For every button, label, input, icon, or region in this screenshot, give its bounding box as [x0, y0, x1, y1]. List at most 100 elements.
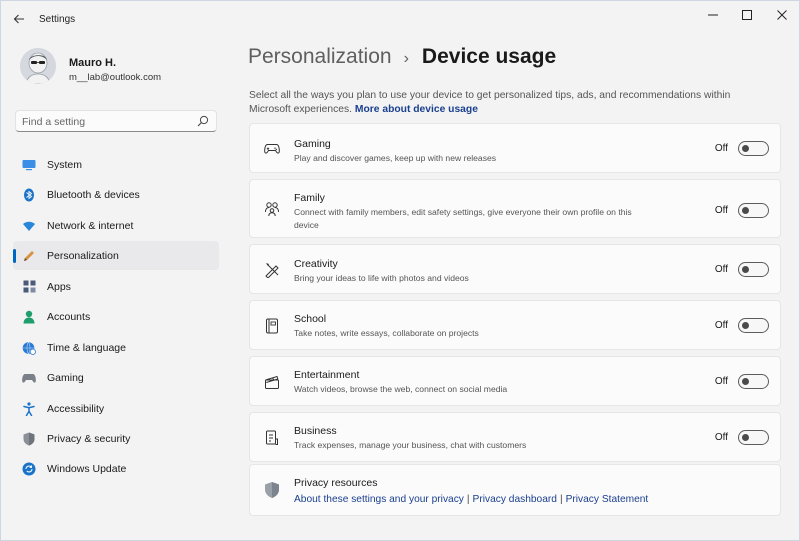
maximize-button[interactable]: [732, 7, 762, 23]
shield-icon: [22, 432, 36, 446]
breadcrumb-parent[interactable]: Personalization: [248, 45, 392, 69]
usage-card-business[interactable]: Business Track expenses, manage your bus…: [249, 412, 781, 462]
globe-clock-icon: [22, 341, 36, 355]
usage-description: Take notes, write essays, collaborate on…: [294, 328, 479, 338]
search-input[interactable]: [22, 114, 192, 129]
sidebar-item-time-language[interactable]: Time & language: [13, 333, 219, 362]
sidebar-item-personalization[interactable]: Personalization: [13, 241, 219, 271]
sidebar-item-windows-update[interactable]: Windows Update: [13, 454, 219, 483]
minimize-button[interactable]: [698, 7, 728, 23]
link-separator: |: [559, 494, 563, 505]
sidebar-item-label: Time & language: [47, 341, 126, 354]
usage-title: Business: [294, 425, 337, 437]
avatar[interactable]: [20, 48, 56, 84]
toggle-state-label: Off: [714, 320, 728, 331]
privacy-statement-link[interactable]: Privacy Statement: [566, 494, 649, 505]
maximize-icon: [742, 10, 752, 20]
user-avatar-icon: [20, 48, 56, 84]
back-arrow-icon: [13, 14, 24, 24]
apps-icon: [22, 280, 36, 294]
privacy-links: About these settings and your privacy | Pr…: [294, 494, 648, 505]
usage-title: School: [294, 313, 327, 325]
intro-text: Select all the ways you plan to use your…: [249, 89, 759, 116]
pencil-icon: [22, 249, 36, 263]
back-button[interactable]: [7, 9, 31, 29]
app-title: Settings: [39, 14, 76, 25]
usage-title: Family: [294, 192, 325, 204]
title-bar: Settings: [1, 1, 799, 37]
toggle-state-label: Off: [714, 432, 728, 443]
bluetooth-icon: [22, 188, 36, 202]
minimize-icon: [708, 14, 718, 16]
toggle-state-label: Off: [714, 264, 728, 275]
usage-card-creativity[interactable]: Creativity Bring your ideas to life with…: [249, 244, 781, 294]
sidebar-item-bluetooth[interactable]: Bluetooth & devices: [13, 180, 219, 209]
sidebar-item-system[interactable]: System: [13, 150, 219, 179]
wifi-icon: [22, 219, 36, 233]
sidebar-item-privacy-security[interactable]: Privacy & security: [13, 424, 219, 453]
entertainment-toggle[interactable]: [738, 374, 769, 389]
breadcrumb-separator: ›: [403, 50, 409, 67]
gamepad-icon: [22, 371, 36, 385]
toggle-knob: [742, 322, 749, 329]
user-name: Mauro H.: [69, 57, 117, 69]
sidebar-item-accessibility[interactable]: Accessibility: [13, 394, 219, 423]
user-email: m__lab@outlook.com: [69, 72, 162, 83]
search-icon[interactable]: [197, 115, 209, 127]
toggle-state-label: Off: [714, 376, 728, 387]
shield-icon: [263, 481, 281, 499]
usage-card-gaming[interactable]: Gaming Play and discover games, keep up …: [249, 123, 781, 173]
more-about-device-usage-link[interactable]: More about device usage: [355, 104, 478, 115]
sidebar-item-label: Privacy & security: [47, 432, 131, 445]
breadcrumb: Personalization › Device usage: [248, 45, 556, 75]
usage-card-school[interactable]: School Take notes, write essays, collabo…: [249, 300, 781, 350]
toggle-knob: [742, 434, 749, 441]
sidebar-item-label: Bluetooth & devices: [47, 189, 140, 202]
usage-description: Bring your ideas to life with photos and…: [294, 273, 469, 283]
sidebar-item-label: Accessibility: [47, 402, 105, 415]
sidebar-item-label: Accounts: [47, 311, 91, 324]
creativity-icon: [263, 261, 281, 279]
sidebar-item-label: System: [47, 159, 83, 171]
close-button[interactable]: [767, 7, 797, 23]
system-icon: [22, 158, 36, 172]
school-toggle[interactable]: [738, 318, 769, 333]
usage-card-family[interactable]: Family Connect with family members, edit…: [249, 179, 781, 238]
gamepad-icon: [263, 140, 281, 158]
sidebar-item-apps[interactable]: Apps: [13, 272, 219, 301]
accessibility-icon: [22, 401, 36, 416]
page-title: Device usage: [421, 45, 557, 68]
toggle-knob: [742, 378, 749, 385]
sidebar-item-accounts[interactable]: Accounts: [13, 302, 219, 331]
search-box[interactable]: [15, 110, 217, 132]
usage-title: Entertainment: [294, 369, 360, 381]
close-icon: [777, 10, 787, 20]
usage-title: Gaming: [294, 138, 331, 150]
intro-description: Select all the ways you plan to use your…: [249, 90, 731, 115]
business-icon: [263, 429, 281, 447]
usage-description: Watch videos, browse the web, connect on…: [294, 384, 508, 394]
about-privacy-link[interactable]: About these settings and your privacy: [294, 494, 464, 505]
gaming-toggle[interactable]: [738, 141, 769, 156]
sidebar-item-label: Windows Update: [47, 463, 127, 476]
person-icon: [22, 310, 36, 324]
toggle-state-label: Off: [714, 205, 728, 216]
usage-description: Play and discover games, keep up with ne…: [294, 153, 497, 163]
sidebar-item-network[interactable]: Network & internet: [13, 211, 219, 240]
family-icon: [263, 200, 281, 218]
usage-description: Track expenses, manage your business, ch…: [294, 440, 527, 450]
sidebar-item-gaming[interactable]: Gaming: [13, 363, 219, 392]
business-toggle[interactable]: [738, 430, 769, 445]
clapperboard-icon: [263, 373, 281, 391]
usage-description: Connect with family members, edit safety…: [294, 207, 632, 230]
family-toggle[interactable]: [738, 203, 769, 218]
privacy-resources-title: Privacy resources: [294, 477, 378, 489]
toggle-knob: [742, 145, 749, 152]
creativity-toggle[interactable]: [738, 262, 769, 277]
usage-card-entertainment[interactable]: Entertainment Watch videos, browse the w…: [249, 356, 781, 406]
update-icon: [22, 462, 36, 476]
sidebar-nav: System Bluetooth & devices Network & int…: [13, 150, 219, 485]
link-separator: |: [466, 494, 470, 505]
toggle-knob: [742, 266, 749, 273]
privacy-dashboard-link[interactable]: Privacy dashboard: [473, 494, 557, 505]
